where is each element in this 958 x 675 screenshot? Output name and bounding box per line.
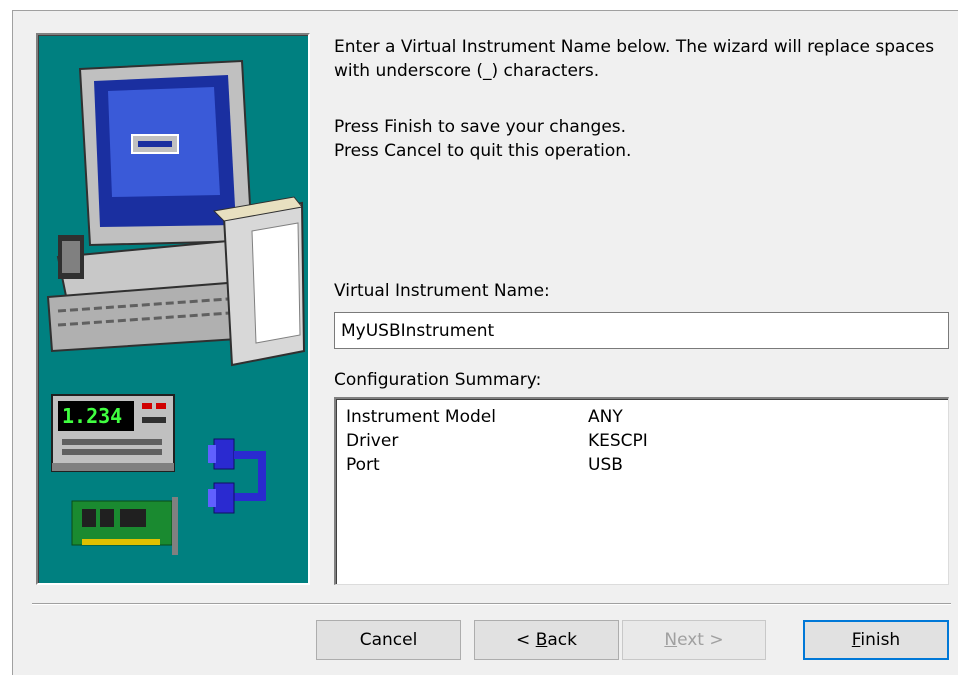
next-button[interactable]: Next > xyxy=(622,620,766,660)
meter-display: 1.234 xyxy=(62,404,122,428)
summary-key: Port xyxy=(346,455,380,475)
cancel-button-label: Cancel xyxy=(359,630,418,650)
summary-row-port: Port USB xyxy=(346,453,938,477)
next-button-label: Next > xyxy=(664,630,724,650)
vi-name-label: Virtual Instrument Name: xyxy=(334,281,550,301)
instruction-finish: Press Finish to save your changes. xyxy=(334,117,627,137)
summary-key: Driver xyxy=(346,431,399,451)
vi-name-input[interactable] xyxy=(334,312,949,349)
illustration-art: 1.234 xyxy=(46,59,306,555)
finish-button[interactable]: Finish xyxy=(803,620,949,660)
summary-value: ANY xyxy=(588,407,623,427)
wizard-illustration: 1.234 xyxy=(36,33,310,585)
back-button-label: < Back xyxy=(516,630,577,650)
button-separator xyxy=(32,603,951,605)
finish-button-label: Finish xyxy=(851,630,901,650)
computer-icon xyxy=(46,59,306,367)
config-summary-label: Configuration Summary: xyxy=(334,370,542,390)
wizard-dialog: 1.234 Enter a Virtual Instrument Name be… xyxy=(12,10,958,675)
back-button[interactable]: < Back xyxy=(474,620,619,660)
summary-key: Instrument Model xyxy=(346,407,496,427)
config-summary-box[interactable]: Instrument Model ANY Driver KESCPI Port … xyxy=(334,397,949,585)
interface-card-icon xyxy=(71,497,178,555)
multimeter-icon: 1.234 xyxy=(51,394,175,472)
usb-connector-icon xyxy=(208,438,266,514)
instructions: Press Finish to save your changes. Press… xyxy=(334,115,944,163)
summary-row-model: Instrument Model ANY xyxy=(346,405,938,429)
cancel-button[interactable]: Cancel xyxy=(316,620,461,660)
intro-text: Enter a Virtual Instrument Name below. T… xyxy=(334,37,935,81)
summary-row-driver: Driver KESCPI xyxy=(346,429,938,453)
summary-value: USB xyxy=(588,455,623,475)
summary-value: KESCPI xyxy=(588,431,648,451)
instruction-cancel: Press Cancel to quit this operation. xyxy=(334,141,632,161)
